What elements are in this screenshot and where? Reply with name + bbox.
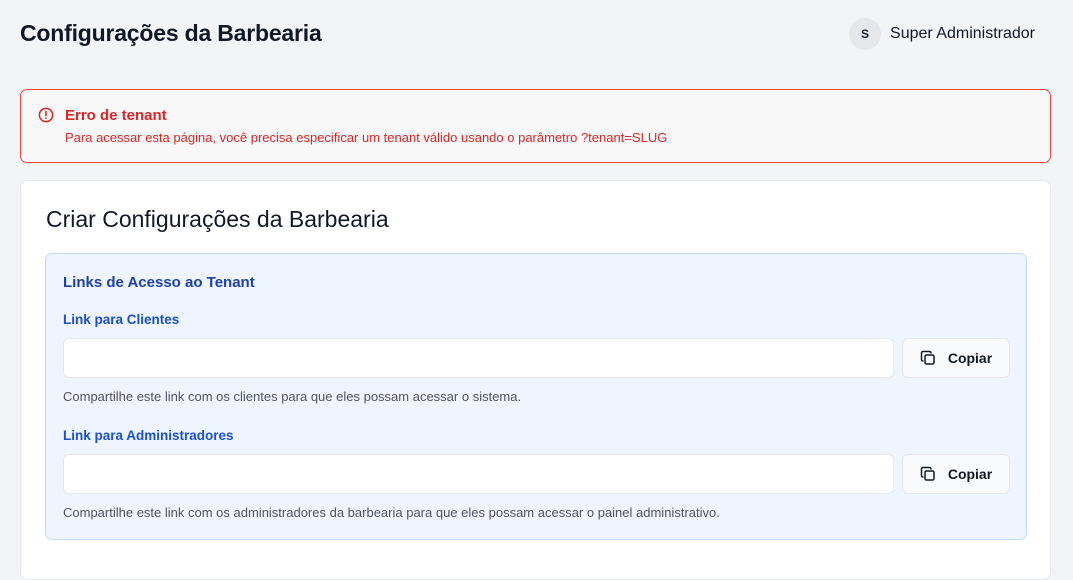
copy-client-link-button[interactable]: Copiar: [902, 338, 1010, 378]
user-name[interactable]: Super Administrador: [890, 25, 1035, 43]
admin-link-input[interactable]: [63, 454, 894, 494]
copy-admin-link-button[interactable]: Copiar: [902, 454, 1010, 494]
alert-title: Erro de tenant: [65, 107, 167, 124]
admin-link-label: Link para Administradores: [63, 428, 234, 443]
client-link-label: Link para Clientes: [63, 312, 180, 327]
card-title: Criar Configurações da Barbearia: [46, 206, 389, 232]
copy-icon: [920, 350, 936, 366]
panel-title: Links de Acesso ao Tenant: [63, 274, 255, 291]
user-menu[interactable]: S Super Administrador: [849, 18, 1035, 50]
page-title: Configurações da Barbearia: [20, 20, 322, 46]
page-header: Configurações da Barbearia S Super Admin…: [0, 0, 1073, 70]
client-link-input[interactable]: [63, 338, 894, 378]
copy-icon: [920, 466, 936, 482]
copy-button-label: Copiar: [947, 466, 993, 482]
tenant-error-alert: Erro de tenant Para acessar esta página,…: [20, 89, 1051, 163]
client-link-help: Compartilhe este link com os clientes pa…: [63, 389, 522, 404]
copy-button-label: Copiar: [947, 350, 993, 366]
tenant-links-panel: Links de Acesso ao Tenant Link para Clie…: [45, 253, 1027, 540]
alert-message: Para acessar esta página, você precisa e…: [65, 130, 668, 145]
avatar[interactable]: S: [849, 18, 882, 50]
admin-link-help: Compartilhe este link com os administrad…: [63, 505, 720, 520]
settings-card: Criar Configurações da Barbearia Links d…: [20, 180, 1051, 580]
alert-circle-icon: [38, 107, 54, 123]
